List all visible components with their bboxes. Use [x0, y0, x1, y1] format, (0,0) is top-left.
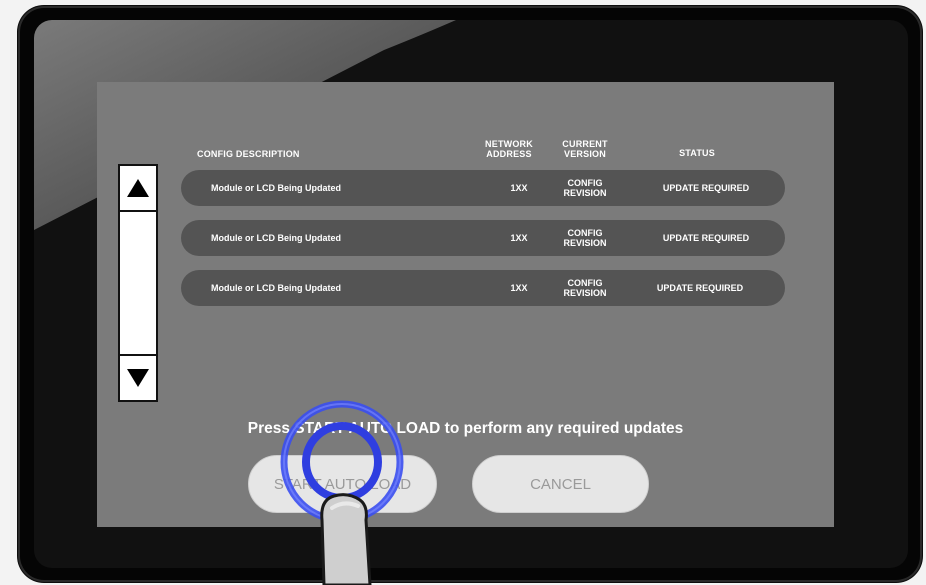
header-version-line2: VERSION [564, 149, 606, 159]
row-version-line2: REVISION [563, 288, 607, 298]
instruction-text: Press START AUTO LOAD to perform any req… [247, 420, 684, 437]
table-row[interactable]: Module or LCD Being Updated 1XX CONFIG R… [181, 270, 785, 306]
row-version-line2: REVISION [563, 188, 607, 198]
row-status: UPDATE REQUIRED [662, 233, 750, 243]
row-description: Module or LCD Being Updated [211, 283, 341, 293]
row-address: 1XX [510, 183, 528, 193]
header-network-line1: NETWORK [485, 139, 533, 149]
triangle-up-icon [127, 179, 149, 197]
scrollbar[interactable] [118, 164, 158, 402]
scroll-up-button[interactable] [120, 166, 156, 212]
row-status: UPDATE REQUIRED [662, 183, 750, 193]
row-status: UPDATE REQUIRED [656, 283, 744, 293]
row-version: CONFIG REVISION [555, 278, 615, 298]
header-status: STATUS [679, 148, 715, 158]
row-version: CONFIG REVISION [555, 228, 615, 248]
header-network-address: NETWORK ADDRESS [477, 139, 541, 159]
row-version: CONFIG REVISION [555, 178, 615, 198]
touch-finger-icon [280, 400, 404, 585]
triangle-down-icon [127, 369, 149, 387]
lcd-screen: CONFIG DESCRIPTION NETWORK ADDRESS CURRE… [97, 82, 834, 527]
header-config-description: CONFIG DESCRIPTION [197, 149, 300, 159]
row-version-line2: REVISION [563, 238, 607, 248]
row-version-line1: CONFIG [567, 228, 603, 238]
row-version-line1: CONFIG [567, 178, 603, 188]
row-address: 1XX [510, 283, 528, 293]
header-version-line1: CURRENT [562, 139, 608, 149]
cancel-button[interactable]: CANCEL [472, 455, 649, 513]
row-version-line1: CONFIG [567, 278, 603, 288]
scroll-down-button[interactable] [120, 354, 156, 400]
row-address: 1XX [510, 233, 528, 243]
header-current-version: CURRENT VERSION [555, 139, 615, 159]
header-network-line2: ADDRESS [486, 149, 532, 159]
row-description: Module or LCD Being Updated [211, 183, 341, 193]
table-row[interactable]: Module or LCD Being Updated 1XX CONFIG R… [181, 220, 785, 256]
table-row[interactable]: Module or LCD Being Updated 1XX CONFIG R… [181, 170, 785, 206]
row-description: Module or LCD Being Updated [211, 233, 341, 243]
